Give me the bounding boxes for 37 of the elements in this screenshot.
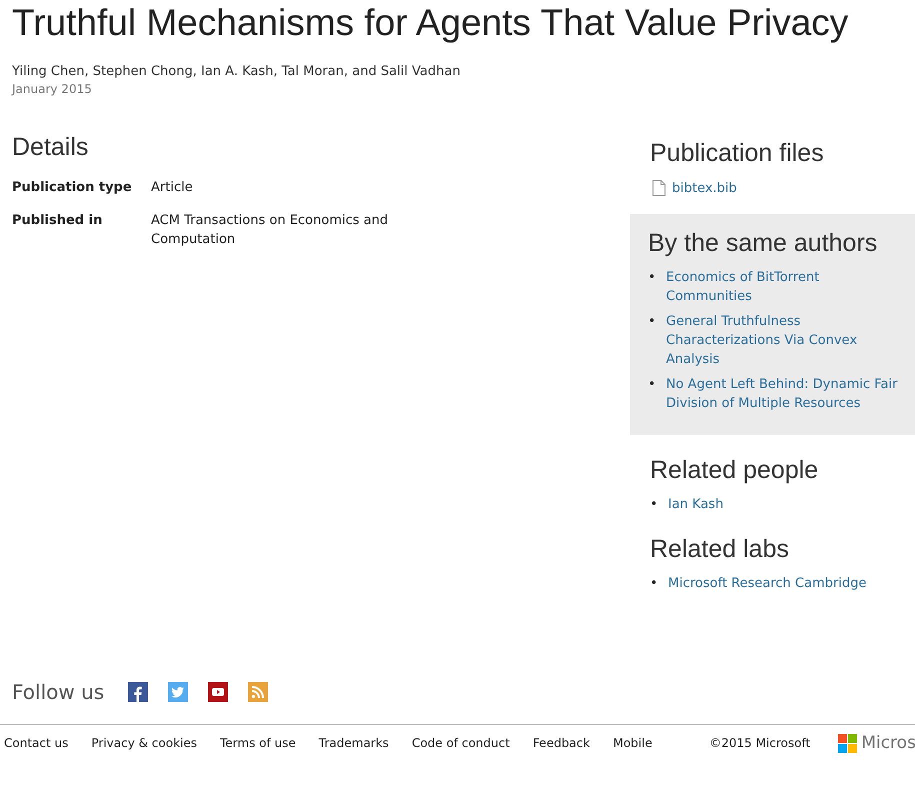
footer-link[interactable]: Feedback <box>532 736 590 750</box>
author-list: Yiling Chen, Stephen Chong, Ian A. Kash, Tal Moran, and Salil Vadhan <box>12 64 915 79</box>
detail-label: Publication type <box>12 179 133 197</box>
footer-link[interactable]: Trademarks <box>318 736 389 750</box>
footer-link[interactable]: Contact us <box>4 736 68 750</box>
facebook-icon[interactable] <box>128 682 148 702</box>
follow-label: Follow us <box>12 680 104 704</box>
section-heading: By the same authors <box>648 228 878 258</box>
four-squares-icon <box>838 734 858 752</box>
logo-text[interactable]: Micros <box>861 733 915 753</box>
footer-link[interactable]: Terms of use <box>220 736 296 750</box>
section-heading: Related labs <box>650 534 790 564</box>
section-heading: Details <box>12 132 90 162</box>
detail-label: Published in <box>12 212 104 230</box>
publication-date: January 2015 <box>12 82 93 96</box>
section-heading: Publication files <box>650 138 825 168</box>
bullet: • <box>650 575 659 593</box>
related-link[interactable]: No Agent Left Behind: Dynamic Fair Division of Multiple Resources <box>666 375 899 413</box>
detail-value: Article <box>151 179 194 197</box>
related-link[interactable]: Microsoft Research Cambridge <box>668 574 866 593</box>
bullet: • <box>648 313 657 331</box>
copyright: ©2015 Microsoft <box>709 736 810 750</box>
footer-link[interactable]: Mobile <box>612 736 652 750</box>
related-link[interactable]: Economics of BitTorrent Communities <box>666 268 899 306</box>
section-heading: Related people <box>650 455 820 485</box>
related-link[interactable]: Ian Kash <box>668 495 724 514</box>
file-link[interactable]: bibtex.bib <box>672 180 737 196</box>
footer-link[interactable]: Code of conduct <box>412 736 510 750</box>
bullet: • <box>648 269 657 287</box>
page-title: Truthful Mechanisms for Agents That Value Privacy <box>11 1 850 45</box>
related-link[interactable]: General Truthfulness Characterizations Via Convex Analysis <box>666 312 899 369</box>
detail-value: ACM Transactions on Economics and Computation <box>151 212 389 249</box>
bullet: • <box>648 376 657 394</box>
footer-link[interactable]: Privacy & cookies <box>91 736 197 750</box>
youtube-icon[interactable] <box>208 682 228 702</box>
bullet: • <box>650 496 659 514</box>
file-icon <box>652 180 666 196</box>
